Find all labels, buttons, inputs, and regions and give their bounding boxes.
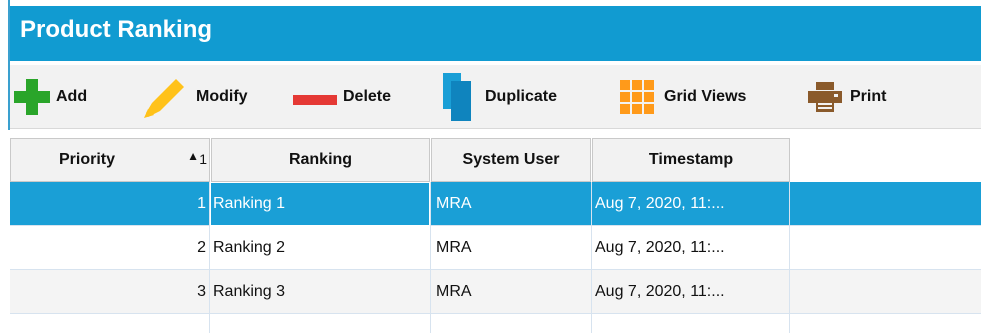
timestamp-cell[interactable]: Aug 7, 2020, 11:...: [592, 226, 790, 270]
ranking-cell[interactable]: Ranking 1: [210, 182, 431, 226]
timestamp-cell[interactable]: Aug 7, 2020, 11:...: [592, 270, 790, 314]
system-user-cell[interactable]: MRA: [431, 226, 592, 270]
column-header-ranking[interactable]: Ranking: [211, 138, 430, 182]
window-title: Product Ranking: [20, 16, 213, 43]
printer-icon: [808, 81, 842, 112]
print-button[interactable]: Print: [808, 65, 886, 128]
delete-button[interactable]: Delete: [293, 65, 391, 128]
delete-label: Delete: [343, 87, 392, 105]
empty-cell: [431, 314, 592, 333]
column-header-timestamp[interactable]: Timestamp: [592, 138, 790, 182]
title-bar: Product Ranking: [10, 6, 981, 61]
grid-views-button[interactable]: Grid Views: [620, 65, 746, 128]
column-header-label: Priority: [58, 151, 115, 168]
table-row[interactable]: 2 Ranking 2 MRA Aug 7, 2020, 11:...: [10, 226, 981, 270]
empty-cell: [210, 314, 431, 333]
table-row-empty: [10, 314, 981, 333]
plus-icon: [14, 78, 50, 115]
column-header-label: Ranking: [288, 151, 353, 168]
duplicate-button[interactable]: Duplicate: [443, 65, 557, 128]
column-header-label: Timestamp: [648, 151, 734, 168]
priority-cell[interactable]: 2: [10, 226, 210, 270]
add-button[interactable]: Add: [14, 65, 87, 128]
grid-views-label: Grid Views: [664, 87, 747, 105]
table-row[interactable]: 3 Ranking 3 MRA Aug 7, 2020, 11:...: [10, 270, 981, 314]
timestamp-cell[interactable]: Aug 7, 2020, 11:...: [592, 182, 790, 226]
modify-button[interactable]: Modify: [140, 65, 248, 128]
column-header-system-user[interactable]: System User: [431, 138, 591, 182]
grid-icon: [620, 79, 654, 114]
sort-priority-index: 1: [199, 151, 207, 167]
ranking-cell[interactable]: Ranking 3: [210, 270, 431, 314]
ranking-grid: Priority ▲ 1 Ranking System User Timesta…: [10, 138, 981, 333]
priority-cell[interactable]: 3: [10, 270, 210, 314]
toolbar: Add Modify Delete Duplicate Grid Views P…: [10, 65, 981, 129]
sort-ascending-icon: ▲: [187, 149, 199, 163]
priority-cell[interactable]: 1: [10, 182, 210, 226]
system-user-cell[interactable]: MRA: [431, 270, 592, 314]
duplicate-label: Duplicate: [485, 87, 558, 105]
duplicate-icon: [443, 72, 471, 121]
empty-cell: [592, 314, 790, 333]
table-row[interactable]: 1 Ranking 1 MRA Aug 7, 2020, 11:...: [10, 182, 981, 226]
system-user-cell[interactable]: MRA: [431, 182, 592, 226]
column-header-priority[interactable]: Priority ▲ 1: [10, 138, 210, 182]
column-header-label: System User: [462, 151, 560, 168]
print-label: Print: [850, 87, 887, 105]
empty-cell: [10, 314, 210, 333]
ranking-cell[interactable]: Ranking 2: [210, 226, 431, 270]
modify-label: Modify: [196, 87, 248, 105]
pencil-icon: [140, 75, 188, 119]
minus-icon: [293, 92, 337, 105]
left-margin: [0, 0, 8, 333]
add-label: Add: [56, 87, 88, 105]
